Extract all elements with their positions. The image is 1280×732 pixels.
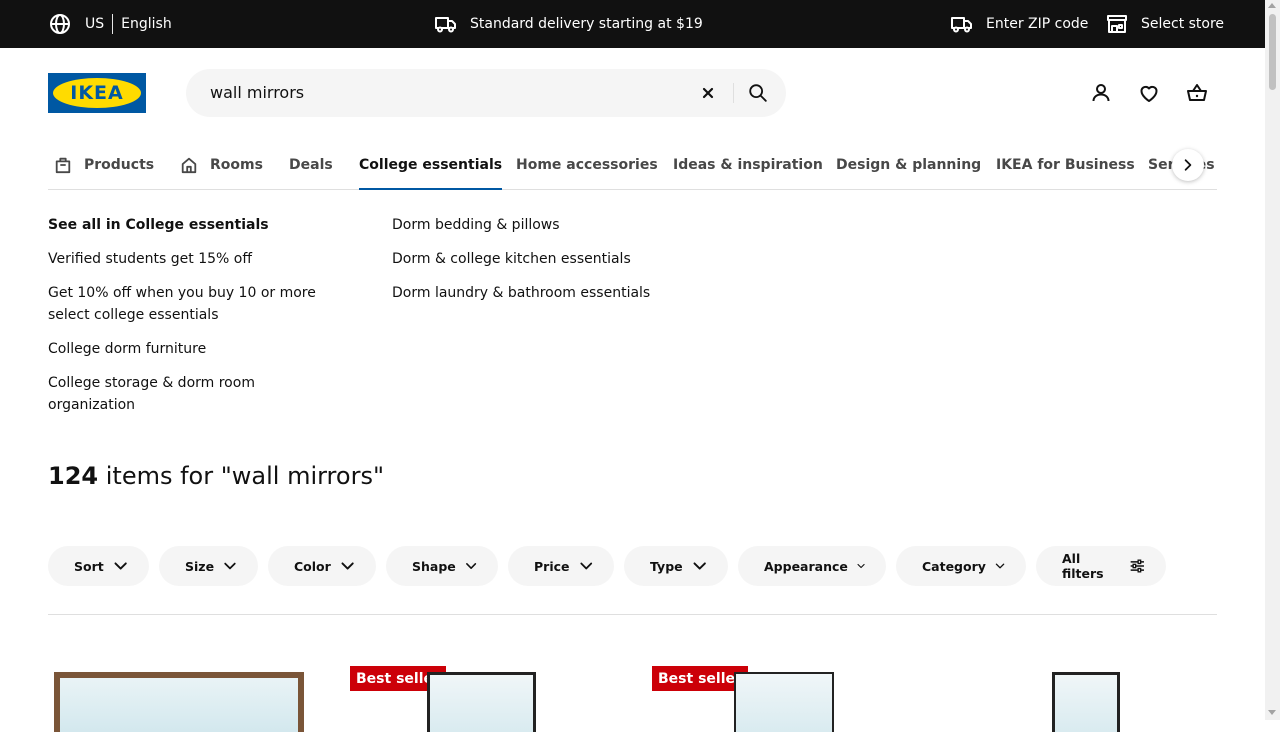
panel-link-kitchen[interactable]: Dorm & college kitchen essentials <box>392 248 631 270</box>
filter-label: Appearance <box>764 558 848 574</box>
filter-category[interactable]: Category <box>896 546 1026 586</box>
search-icon[interactable] <box>747 82 769 104</box>
nav-label: Home accessories <box>516 156 658 173</box>
nav-scroll-next-button[interactable] <box>1172 149 1204 181</box>
nav-item-design-planning[interactable]: Design & planning <box>836 140 981 189</box>
panel-link-dorm-storage[interactable]: College storage & dorm room organization <box>48 372 278 416</box>
user-icon[interactable] <box>1089 81 1113 105</box>
country-label: US <box>85 16 105 32</box>
logo-oval: IKEA <box>53 78 141 108</box>
search-divider <box>733 83 734 103</box>
heart-icon[interactable] <box>1137 81 1161 105</box>
nav-label: Deals <box>289 156 333 173</box>
product-image-mirror-narrow[interactable] <box>1052 672 1120 732</box>
chevron-down-icon <box>579 562 592 570</box>
zip-code-button[interactable]: Enter ZIP code <box>950 12 1088 36</box>
ikea-logo[interactable]: IKEA <box>48 73 146 113</box>
filter-size[interactable]: Size <box>159 546 258 586</box>
panel-link-dorm-furniture[interactable]: College dorm furniture <box>48 338 206 360</box>
filter-all-filters[interactable]: All filters <box>1036 546 1166 586</box>
truck-icon <box>435 17 456 33</box>
top-utility-bar: US English Standard delivery starting at… <box>0 0 1265 48</box>
delivery-info[interactable]: Standard delivery starting at $19 <box>434 12 703 36</box>
close-icon[interactable] <box>698 83 718 103</box>
sliders-icon <box>1131 559 1145 573</box>
globe-icon <box>50 14 70 34</box>
filter-shape[interactable]: Shape <box>386 546 498 586</box>
zip-label: Enter ZIP code <box>986 16 1089 32</box>
nav-item-ideas-inspiration[interactable]: Ideas & inspiration <box>673 140 823 189</box>
nav-label: Design & planning <box>836 156 982 173</box>
filter-price[interactable]: Price <box>508 546 614 586</box>
panel-link-bulk-discount[interactable]: Get 10% off when you buy 10 or more sele… <box>48 282 318 326</box>
results-count: 124 <box>48 462 99 490</box>
filter-appearance[interactable]: Appearance <box>738 546 886 586</box>
bag-icon <box>55 157 71 173</box>
cart-icon[interactable] <box>1185 81 1209 105</box>
nav-label: Products <box>84 156 155 173</box>
page-scrollbar[interactable] <box>1265 0 1280 720</box>
select-store-button[interactable]: Select store <box>1105 12 1224 36</box>
chevron-down-icon <box>224 562 236 570</box>
chevron-down-icon <box>693 562 706 570</box>
store-label: Select store <box>1141 16 1225 32</box>
nav-label: College essentials <box>359 156 503 173</box>
product-image-mirror-black[interactable] <box>427 672 536 732</box>
search-input[interactable]: wall mirrors <box>210 83 304 102</box>
home-icon <box>181 157 197 173</box>
store-icon <box>1107 15 1127 33</box>
nav-label: Ideas & inspiration <box>673 156 823 173</box>
filter-type[interactable]: Type <box>624 546 728 586</box>
filter-label: All filters <box>1062 551 1104 581</box>
filters-divider <box>48 614 1217 615</box>
logo-text: IKEA <box>70 82 124 104</box>
filter-label: Category <box>922 558 986 574</box>
chevron-down-icon <box>465 563 476 569</box>
scroll-down-arrow-icon[interactable] <box>1268 710 1276 715</box>
product-image-mirror-wood[interactable] <box>54 672 304 732</box>
results-heading: 124 items for "wall mirrors" <box>48 462 384 490</box>
filter-color[interactable]: Color <box>268 546 376 586</box>
nav-item-rooms[interactable]: Rooms <box>180 140 263 189</box>
chevron-down-icon <box>995 563 1005 569</box>
chevron-right-icon <box>1184 159 1192 171</box>
language-selector[interactable]: US English <box>48 12 172 36</box>
language-label: English <box>121 16 172 32</box>
filter-label: Size <box>185 558 215 574</box>
panel-link-student-discount[interactable]: Verified students get 15% off <box>48 248 252 270</box>
panel-link-see-all[interactable]: See all in College essentials <box>48 214 269 236</box>
nav-item-college-essentials[interactable]: College essentials <box>359 140 503 190</box>
filter-label: Type <box>650 558 683 574</box>
filter-label: Color <box>294 558 331 574</box>
panel-link-laundry[interactable]: Dorm laundry & bathroom essentials <box>392 282 650 304</box>
divider <box>112 14 114 34</box>
main-navigation: Products Rooms Deals College essentials … <box>48 140 1217 190</box>
nav-label: IKEA for Business <box>996 156 1135 173</box>
nav-label: Rooms <box>210 156 263 173</box>
product-image-mirror-thin[interactable] <box>734 672 834 732</box>
truck-icon <box>951 17 972 33</box>
filter-sort[interactable]: Sort <box>48 546 149 586</box>
nav-item-ikea-for-business[interactable]: IKEA for Business <box>996 140 1135 189</box>
search-bar[interactable]: wall mirrors <box>186 69 786 117</box>
chevron-down-icon <box>857 563 865 569</box>
nav-item-home-accessories[interactable]: Home accessories <box>516 140 658 189</box>
nav-item-products[interactable]: Products <box>54 140 154 189</box>
scrollbar-thumb[interactable] <box>1269 14 1276 90</box>
filter-label: Sort <box>74 558 104 574</box>
chevron-down-icon <box>114 562 127 570</box>
filter-label: Price <box>534 558 570 574</box>
delivery-text: Standard delivery starting at $19 <box>470 16 703 32</box>
filter-label: Shape <box>412 558 456 574</box>
results-text: items for "wall mirrors" <box>98 462 384 490</box>
chevron-down-icon <box>341 562 354 570</box>
panel-link-bedding[interactable]: Dorm bedding & pillows <box>392 214 560 236</box>
nav-item-deals[interactable]: Deals <box>289 140 333 189</box>
scroll-up-arrow-icon[interactable] <box>1268 3 1276 8</box>
